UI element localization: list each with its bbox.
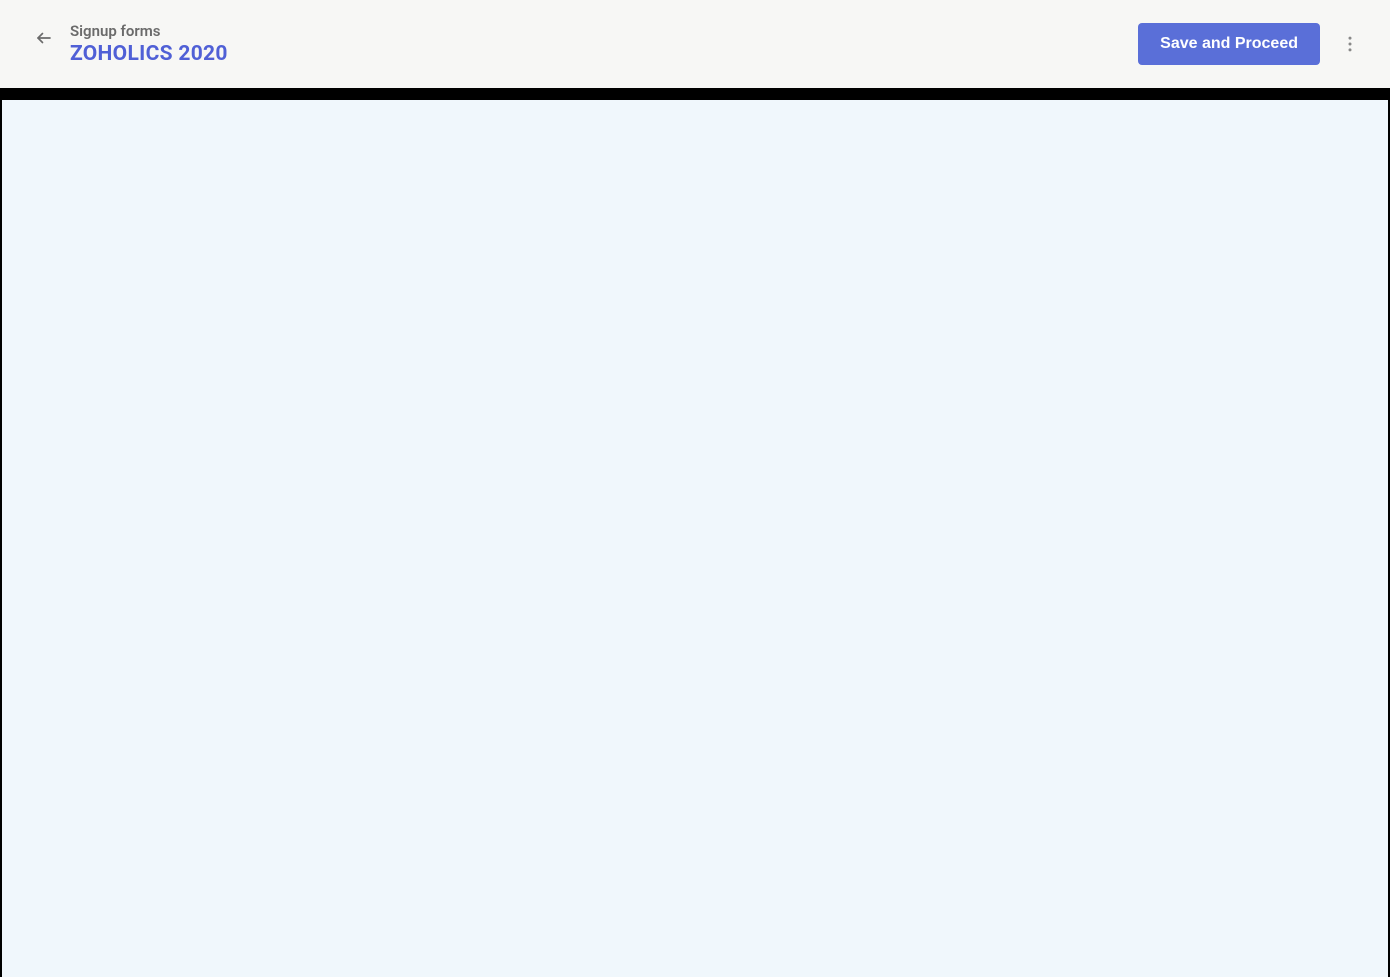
page-title: ZOHOLICS 2020 — [70, 42, 228, 66]
divider-bar — [0, 88, 1390, 100]
breadcrumb[interactable]: Signup forms — [70, 22, 228, 40]
page-header: Signup forms ZOHOLICS 2020 Save and Proc… — [0, 0, 1390, 88]
content-area — [0, 100, 1390, 977]
save-and-proceed-button[interactable]: Save and Proceed — [1138, 23, 1320, 65]
header-left: Signup forms ZOHOLICS 2020 — [34, 22, 228, 66]
header-right: Save and Proceed — [1138, 23, 1362, 65]
back-arrow-icon[interactable] — [34, 28, 54, 48]
more-options-icon[interactable] — [1338, 32, 1362, 56]
title-block: Signup forms ZOHOLICS 2020 — [70, 22, 228, 66]
